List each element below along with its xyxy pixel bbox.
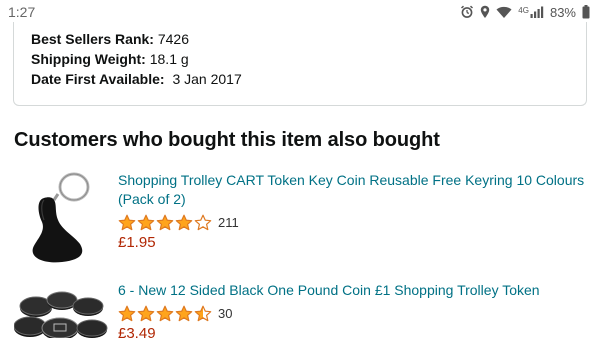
product-price: £3.49 <box>118 325 156 338</box>
location-icon <box>480 5 490 19</box>
star-full-icon <box>137 305 155 322</box>
product-info: Shopping Trolley CART Token Key Coin Reu… <box>118 171 590 251</box>
network-label: 4G <box>518 6 529 15</box>
detail-key: Best Sellers Rank: <box>31 31 154 47</box>
star-full-icon <box>137 214 155 231</box>
star-full-icon <box>156 305 174 322</box>
detail-row-shipping-weight: Shipping Weight: 18.1 g <box>31 49 586 69</box>
signal-icon: 4G <box>518 6 544 18</box>
product-card[interactable]: 6 - New 12 Sided Black One Pound Coin £1… <box>0 276 600 338</box>
star-half-icon <box>194 305 212 322</box>
detail-row-date-first-available: Date First Available: 3 Jan 2017 <box>31 69 586 89</box>
wifi-icon <box>496 6 512 19</box>
status-icons: 4G 83% <box>460 5 590 20</box>
product-info: 6 - New 12 Sided Black One Pound Coin £1… <box>118 281 590 338</box>
keyring-token-image <box>32 172 90 263</box>
product-image[interactable] <box>14 170 110 268</box>
product-price: £1.95 <box>118 234 156 251</box>
section-title: Customers who bought this item also boug… <box>14 129 440 151</box>
status-bar: 1:27 4G 83% <box>0 0 600 24</box>
rating-row[interactable]: 211 <box>118 213 590 232</box>
product-title-link[interactable]: Shopping Trolley CART Token Key Coin Reu… <box>118 171 590 209</box>
star-full-icon <box>118 305 136 322</box>
product-title-link[interactable]: 6 - New 12 Sided Black One Pound Coin £1… <box>118 281 590 300</box>
battery-percent: 83% <box>549 4 576 20</box>
detail-key: Shipping Weight: <box>31 51 146 67</box>
alarm-icon <box>460 5 474 19</box>
star-rating[interactable] <box>118 305 212 322</box>
status-time: 1:27 <box>8 4 36 20</box>
star-full-icon <box>118 214 136 231</box>
detail-value: 7426 <box>157 31 189 47</box>
review-count[interactable]: 30 <box>218 306 232 321</box>
review-count[interactable]: 211 <box>218 215 239 230</box>
product-card[interactable]: Shopping Trolley CART Token Key Coin Reu… <box>0 168 600 268</box>
product-image[interactable] <box>13 286 110 338</box>
star-full-icon <box>175 305 193 322</box>
star-empty-icon <box>194 214 212 231</box>
black-coins-image <box>13 291 108 338</box>
star-rating[interactable] <box>118 214 212 231</box>
star-full-icon <box>156 214 174 231</box>
star-full-icon <box>175 214 193 231</box>
detail-value: 18.1 g <box>149 51 189 67</box>
rating-row[interactable]: 30 <box>118 304 590 323</box>
product-details-box: Best Sellers Rank: 7426 Shipping Weight:… <box>13 22 587 106</box>
battery-icon <box>582 5 590 19</box>
detail-key: Date First Available: <box>31 71 165 87</box>
detail-value: 3 Jan 2017 <box>172 71 242 87</box>
detail-row-best-sellers-rank: Best Sellers Rank: 7426 <box>31 29 586 49</box>
